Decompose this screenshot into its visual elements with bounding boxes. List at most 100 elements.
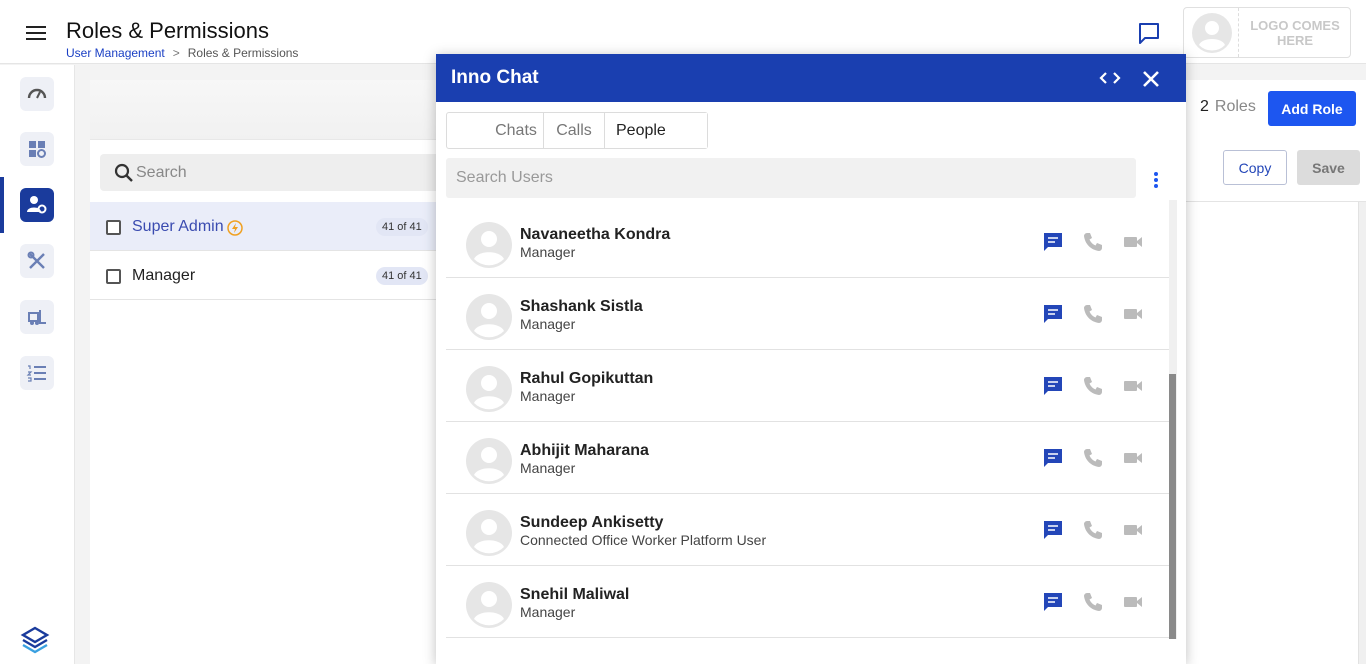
copy-button[interactable]: Copy <box>1223 150 1287 185</box>
people-list-scroll-thumb[interactable] <box>1169 374 1176 639</box>
add-role-button[interactable]: Add Role <box>1268 91 1356 126</box>
message-icon[interactable] <box>1041 230 1065 254</box>
avatar <box>466 438 512 484</box>
search-users-input[interactable] <box>446 158 1136 198</box>
role-row-manager[interactable]: Manager 41 of 41 <box>90 251 440 300</box>
user-name: Navaneetha Kondra <box>520 226 671 243</box>
tab-chats[interactable]: Chats <box>447 113 544 148</box>
user-role: Connected Office Worker Platform User <box>520 532 767 548</box>
user-name: Shashank Sistla <box>520 298 643 315</box>
sidebar-active-indicator <box>0 177 4 233</box>
user-name: Abhijit Maharana <box>520 442 649 459</box>
message-icon[interactable] <box>1041 590 1065 614</box>
user-role: Manager <box>520 388 576 404</box>
tools-icon <box>27 251 45 269</box>
user-name: Rahul Gopikuttan <box>520 370 654 387</box>
user-role: Manager <box>520 316 576 332</box>
user-name: Sundeep Ankisetty <box>520 514 664 531</box>
roles-total-number: 2 <box>1200 98 1209 115</box>
breadcrumb: User Management > Roles & Permissions <box>66 46 298 60</box>
avatar <box>466 366 512 412</box>
sidebar-item-assets[interactable] <box>20 300 54 334</box>
video-call-icon[interactable] <box>1121 230 1145 254</box>
list-item[interactable]: Navaneetha Kondra Manager <box>446 206 1169 278</box>
video-call-icon[interactable] <box>1121 518 1145 542</box>
profile-avatar-icon[interactable] <box>1192 13 1232 53</box>
roles-search-input[interactable]: Search <box>100 154 450 191</box>
user-settings-icon <box>27 196 47 214</box>
tab-people[interactable]: People <box>605 113 707 148</box>
chat-icon[interactable] <box>1136 20 1162 46</box>
more-options-icon[interactable] <box>1148 170 1164 192</box>
list-item[interactable]: Shashank Sistla Manager <box>446 278 1169 350</box>
logo-text: LOGO COMES HERE <box>1238 8 1351 57</box>
permissions-scrollbar[interactable] <box>1358 202 1366 664</box>
dashboard-settings-icon <box>29 141 46 158</box>
video-call-icon[interactable] <box>1121 302 1145 326</box>
sidebar-item-lists[interactable] <box>20 356 54 390</box>
message-icon[interactable] <box>1041 374 1065 398</box>
chat-title: Inno Chat <box>451 67 539 88</box>
list-item[interactable]: Snehil Maliwal Manager <box>446 566 1169 638</box>
sidebar-item-tools[interactable] <box>20 244 54 278</box>
role-name: Super Admin <box>132 218 224 235</box>
user-role: Manager <box>520 604 576 620</box>
list-item[interactable]: Abhijit Maharana Manager <box>446 422 1169 494</box>
expand-code-icon[interactable] <box>1098 68 1122 88</box>
list-item[interactable]: Sundeep Ankisetty Connected Office Worke… <box>446 494 1169 566</box>
phone-icon[interactable] <box>1081 446 1105 470</box>
logo-placeholder: LOGO COMES HERE <box>1183 7 1351 58</box>
chat-tabs: Chats Calls People <box>446 112 708 149</box>
lightning-icon <box>227 220 243 236</box>
phone-icon[interactable] <box>1081 374 1105 398</box>
avatar <box>466 582 512 628</box>
avatar <box>466 222 512 268</box>
roles-total: 2 Roles <box>1200 98 1256 116</box>
list-item[interactable]: Rahul Gopikuttan Manager <box>446 350 1169 422</box>
forklift-icon <box>28 310 46 325</box>
phone-icon[interactable] <box>1081 518 1105 542</box>
video-call-icon[interactable] <box>1121 446 1145 470</box>
numbered-list-icon <box>26 365 46 382</box>
speedometer-icon <box>27 88 47 99</box>
user-role: Manager <box>520 244 576 260</box>
breadcrumb-current: Roles & Permissions <box>187 46 299 60</box>
people-list: Navaneetha Kondra Manager Shashank Sistl… <box>446 206 1170 639</box>
sidebar-item-user-management[interactable] <box>20 188 54 222</box>
sidebar-item-dashboard[interactable] <box>20 77 54 111</box>
menu-icon[interactable] <box>24 22 48 44</box>
page-title: Roles & Permissions <box>66 18 269 43</box>
tab-calls[interactable]: Calls <box>544 113 605 148</box>
sidebar <box>0 65 75 664</box>
message-icon[interactable] <box>1041 446 1065 470</box>
brand-logo-icon[interactable] <box>20 625 50 655</box>
message-icon[interactable] <box>1041 518 1065 542</box>
video-call-icon[interactable] <box>1121 590 1145 614</box>
roles-search-placeholder: Search <box>136 164 187 181</box>
close-icon[interactable] <box>1140 68 1162 90</box>
inno-chat-panel: Inno Chat Chats Calls People Navaneetha … <box>436 54 1186 664</box>
phone-icon[interactable] <box>1081 230 1105 254</box>
avatar <box>466 510 512 556</box>
video-call-icon[interactable] <box>1121 374 1145 398</box>
message-icon[interactable] <box>1041 302 1065 326</box>
user-role: Manager <box>520 460 576 476</box>
save-button[interactable]: Save <box>1297 150 1360 185</box>
chat-header: Inno Chat <box>436 54 1186 102</box>
breadcrumb-separator: > <box>172 46 180 60</box>
role-row-super-admin[interactable]: Super Admin 41 of 41 <box>90 202 440 251</box>
role-permission-count: 41 of 41 <box>376 218 428 236</box>
phone-icon[interactable] <box>1081 302 1105 326</box>
user-name: Snehil Maliwal <box>520 586 630 603</box>
role-checkbox[interactable] <box>106 269 121 284</box>
role-permission-count: 41 of 41 <box>376 267 428 285</box>
role-name: Manager <box>132 267 196 284</box>
sidebar-item-modules[interactable] <box>20 132 54 166</box>
breadcrumb-link-user-management[interactable]: User Management <box>66 46 165 60</box>
phone-icon[interactable] <box>1081 590 1105 614</box>
role-checkbox[interactable] <box>106 220 121 235</box>
roles-header-strip <box>90 80 450 140</box>
roles-total-label: Roles <box>1214 98 1256 115</box>
search-icon <box>114 163 133 182</box>
avatar <box>466 294 512 340</box>
